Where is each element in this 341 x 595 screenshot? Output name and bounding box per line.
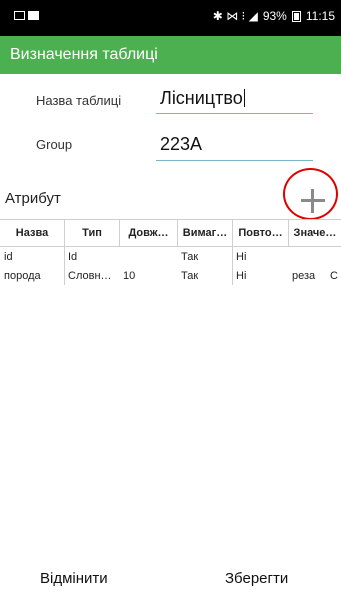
group-field[interactable]: 223A — [160, 134, 202, 155]
cell-length: 10 — [123, 269, 136, 282]
group-label: Group — [36, 137, 73, 152]
cell-extra — [330, 247, 341, 266]
cell-value — [292, 247, 326, 266]
cell-required: Так — [181, 250, 199, 263]
cell-repeat: Ні — [236, 250, 247, 263]
clock: 11:15 — [305, 9, 335, 23]
battery-icon — [291, 10, 301, 22]
cell-length — [123, 247, 177, 266]
plus-icon — [301, 189, 325, 213]
signal-icons: ✱ ⋈ ⁝ ◢ — [212, 9, 258, 23]
column-header-type[interactable]: Тип — [65, 220, 119, 246]
table-header: Назва Тип Довж… Вимаг… Повто… Значе… — [0, 219, 341, 247]
app-bar: Визначення таблиці — [0, 36, 341, 74]
status-bar: ✱ ⋈ ⁝ ◢ 93% 11:15 — [0, 0, 341, 36]
column-header-length[interactable]: Довж… — [120, 220, 177, 246]
notification-icon — [14, 11, 25, 20]
group-underline — [156, 160, 313, 161]
cell-value: реза — [292, 269, 316, 282]
table-name-field[interactable]: Лісництво — [160, 88, 245, 109]
cell-repeat: Ні — [236, 269, 247, 282]
cancel-button[interactable]: Відмінити — [40, 570, 108, 587]
column-header-required[interactable]: Вимаг… — [178, 220, 232, 246]
group-value: 223A — [160, 134, 203, 154]
notification-icon — [28, 11, 39, 20]
text-cursor — [243, 89, 245, 107]
cell-extra: С — [330, 269, 338, 282]
save-button[interactable]: Зберегти — [225, 570, 288, 587]
cell-type: Словн… — [68, 269, 112, 282]
attribute-section-label: Атрибут — [5, 190, 61, 207]
table-row[interactable]: порода Словн… 10 Так Ні реза С — [0, 266, 341, 285]
column-header-repeat[interactable]: Повто… — [233, 220, 288, 246]
table-name-label: Назва таблиці — [36, 93, 122, 108]
footer-bar: Відмінити Зберегти — [0, 566, 341, 595]
attributes-table: Назва Тип Довж… Вимаг… Повто… Значе… id … — [0, 219, 341, 285]
system-tray: ✱ ⋈ ⁝ ◢ 93% 11:15 — [213, 9, 335, 23]
table-name-value: Лісництво — [160, 88, 243, 108]
cell-name: id — [4, 250, 13, 263]
page-title: Визначення таблиці — [10, 46, 158, 63]
cell-name: порода — [4, 269, 41, 282]
table-row[interactable]: id Id Так Ні — [0, 247, 341, 266]
column-header-name[interactable]: Назва — [0, 220, 64, 246]
column-header-value[interactable]: Значе… — [289, 220, 341, 246]
add-attribute-button[interactable] — [284, 168, 341, 223]
cell-type: Id — [68, 250, 78, 263]
cell-required: Так — [181, 269, 199, 282]
battery-percentage: 93% — [262, 9, 287, 23]
table-name-underline — [156, 113, 313, 114]
